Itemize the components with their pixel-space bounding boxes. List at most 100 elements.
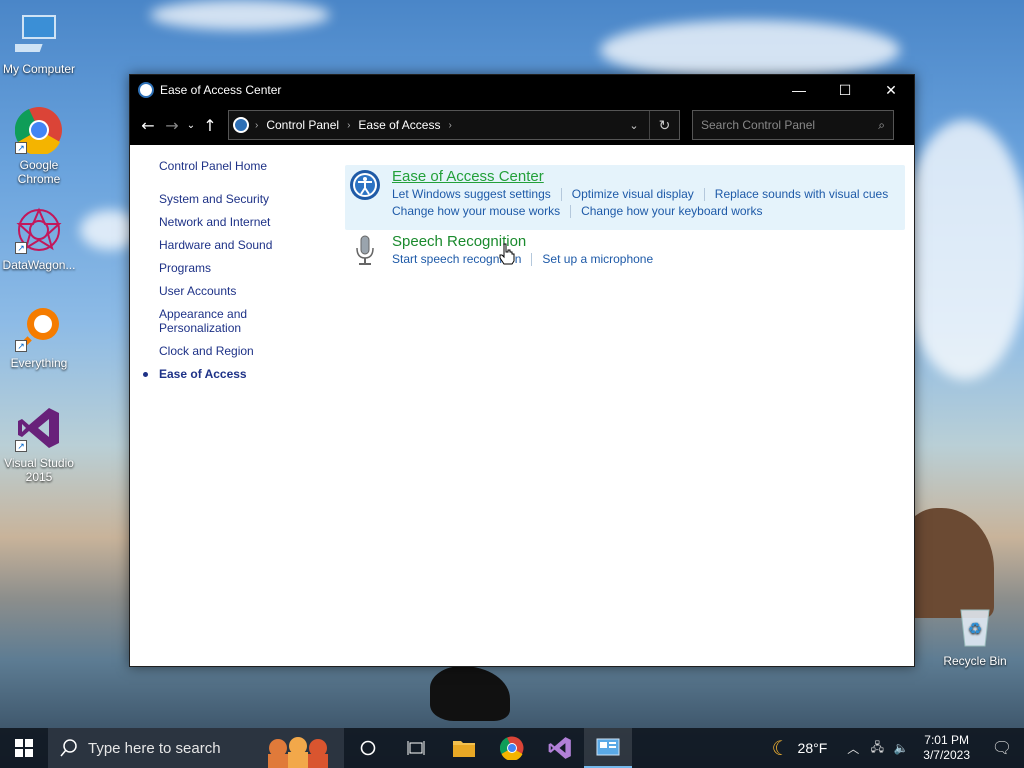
- desktop-icon-everything[interactable]: ↗ Everything: [0, 304, 78, 370]
- weather-widget[interactable]: ☾ 28°F: [772, 736, 828, 761]
- show-hidden-icons-chevron-icon[interactable]: ︿: [841, 740, 865, 757]
- volume-icon[interactable]: 🔈: [889, 741, 913, 755]
- breadcrumb-separator-icon: ›: [255, 119, 259, 131]
- replace-sounds-link[interactable]: Replace sounds with visual cues: [715, 187, 888, 201]
- nav-programs[interactable]: Programs: [130, 261, 340, 275]
- nav-appearance-and-personalization[interactable]: Appearance and Personalization: [130, 307, 260, 335]
- breadcrumb-separator-icon[interactable]: ›: [448, 120, 451, 131]
- forward-arrow-icon[interactable]: →: [160, 111, 184, 139]
- optimize-visual-display-link[interactable]: Optimize visual display: [572, 187, 694, 201]
- chrome-icon: ↗: [14, 106, 63, 156]
- desktop-icon-label: Google Chrome: [17, 158, 61, 186]
- cloud: [150, 0, 330, 30]
- breadcrumb-ease-of-access[interactable]: Ease of Access: [358, 118, 440, 132]
- shortcut-arrow-icon: ↗: [15, 242, 27, 254]
- desktop-icon-recycle-bin[interactable]: ♻ Recycle Bin: [936, 602, 1014, 668]
- system-tray: ☾ 28°F ︿ 🖧 🔈 7:01 PM 3/7/2023 🗨: [772, 728, 1024, 768]
- back-arrow-icon[interactable]: ←: [136, 111, 160, 139]
- control-panel-icon: [233, 117, 249, 133]
- shortcut-arrow-icon: ↗: [15, 142, 27, 154]
- left-navigation: Control Panel Home System and Security N…: [130, 145, 340, 390]
- nav-user-accounts[interactable]: User Accounts: [130, 284, 340, 298]
- shortcut-arrow-icon: ↗: [15, 440, 27, 452]
- change-mouse-link[interactable]: Change how your mouse works: [392, 204, 560, 218]
- ease-of-access-center-link[interactable]: Ease of Access Center: [392, 168, 544, 185]
- ease-of-access-center-icon[interactable]: [349, 169, 381, 201]
- cortana-circle-icon: [360, 740, 376, 756]
- runner-silhouette: [430, 666, 510, 721]
- breadcrumb-separator-icon[interactable]: ›: [347, 120, 350, 131]
- network-icon[interactable]: 🖧: [865, 738, 889, 759]
- cloud: [900, 120, 1024, 380]
- desktop-icon-datawagon[interactable]: ↗ DataWagon...: [0, 206, 78, 272]
- taskbar-search-box[interactable]: Type here to search: [48, 728, 344, 768]
- ease-of-access-links-row2: Change how your mouse works Change how yo…: [392, 204, 763, 219]
- task-view-button[interactable]: [392, 728, 440, 768]
- microphone-icon[interactable]: [349, 234, 381, 266]
- search-icon: [60, 739, 77, 757]
- search-highlight-illustration-icon: [268, 737, 328, 768]
- computer-icon: [11, 10, 63, 58]
- up-arrow-icon[interactable]: ↑: [198, 111, 222, 139]
- maximize-button[interactable]: ☐: [822, 75, 868, 105]
- desktop-icon-label: Recycle Bin: [943, 654, 1007, 668]
- taskbar-chrome[interactable]: [488, 728, 536, 768]
- ease-of-access-icon: [138, 82, 154, 98]
- cortana-button[interactable]: [344, 728, 392, 768]
- control-panel-window: Ease of Access Center — ☐ ✕ ← → ⌄ ↑ › Co…: [129, 74, 915, 667]
- nav-ease-of-access[interactable]: Ease of Access: [130, 367, 340, 381]
- nav-system-and-security[interactable]: System and Security: [130, 192, 340, 206]
- recent-locations-chevron-icon[interactable]: ⌄: [184, 111, 198, 139]
- taskbar-visual-studio[interactable]: [536, 728, 584, 768]
- address-bar[interactable]: › Control Panel › Ease of Access › ⌄ ↻: [228, 110, 680, 140]
- window-title: Ease of Access Center: [160, 83, 282, 97]
- let-windows-suggest-settings-link[interactable]: Let Windows suggest settings: [392, 187, 551, 201]
- windows-logo-icon: [15, 739, 33, 757]
- section-speech-recognition: Speech Recognition Start speech recognit…: [345, 230, 905, 280]
- datawagon-icon: ↗: [15, 206, 63, 254]
- nav-clock-and-region[interactable]: Clock and Region: [130, 344, 340, 358]
- visual-studio-icon: ↗: [15, 404, 63, 452]
- set-up-microphone-link[interactable]: Set up a microphone: [542, 252, 653, 266]
- hand-cursor-icon: [499, 243, 515, 265]
- content-area: Control Panel Home System and Security N…: [130, 145, 914, 667]
- everything-search-icon: ↗: [15, 304, 63, 352]
- nav-hardware-and-sound[interactable]: Hardware and Sound: [130, 238, 340, 252]
- desktop-icon-visual-studio[interactable]: ↗ Visual Studio 2015: [0, 404, 78, 484]
- visual-studio-icon: [548, 737, 571, 759]
- moon-icon: ☾: [771, 737, 790, 760]
- folder-icon: [453, 741, 475, 757]
- breadcrumb-control-panel[interactable]: Control Panel: [266, 118, 339, 132]
- title-bar[interactable]: Ease of Access Center — ☐ ✕: [130, 75, 914, 105]
- desktop-icon-label: Everything: [10, 356, 68, 370]
- address-dropdown-icon[interactable]: ⌄: [619, 119, 649, 132]
- desktop-icon-google-chrome[interactable]: ↗ Google Chrome: [0, 106, 78, 186]
- chrome-icon: [500, 736, 524, 760]
- nav-network-and-internet[interactable]: Network and Internet: [130, 215, 340, 229]
- taskbar-file-explorer[interactable]: [440, 728, 488, 768]
- search-icon[interactable]: ⌕: [878, 118, 885, 133]
- taskbar: Type here to search ☾ 28°F ︿ 🖧 🔈 7:01 PM…: [0, 728, 1024, 768]
- start-button[interactable]: [0, 728, 48, 768]
- clock-time: 7:01 PM: [924, 733, 969, 747]
- notifications-icon[interactable]: 🗨: [980, 738, 1024, 758]
- cloud: [600, 20, 900, 80]
- clock[interactable]: 7:01 PM 3/7/2023: [923, 733, 970, 763]
- desktop-icon-label: Visual Studio 2015: [4, 456, 74, 484]
- search-box[interactable]: ⌕: [692, 110, 894, 140]
- search-input[interactable]: [701, 118, 879, 132]
- nav-control-panel-home[interactable]: Control Panel Home: [130, 159, 340, 173]
- clock-date: 3/7/2023: [923, 748, 970, 762]
- change-keyboard-link[interactable]: Change how your keyboard works: [581, 204, 762, 218]
- weather-temperature: 28°F: [797, 740, 828, 756]
- refresh-icon[interactable]: ↻: [649, 111, 679, 139]
- desktop-icon-label: DataWagon...: [2, 258, 76, 272]
- ease-of-access-links-row1: Let Windows suggest settings Optimize vis…: [392, 187, 888, 202]
- speech-links-row1: Start speech recognition Set up a microph…: [392, 252, 653, 267]
- section-ease-of-access-center: Ease of Access Center Let Windows sugges…: [345, 165, 905, 230]
- close-button[interactable]: ✕: [868, 75, 914, 105]
- minimize-button[interactable]: —: [776, 75, 822, 105]
- desktop-icon-my-computer[interactable]: My Computer: [0, 10, 78, 76]
- taskbar-control-panel[interactable]: [584, 728, 632, 768]
- taskbar-search-text: Type here to search: [88, 739, 221, 757]
